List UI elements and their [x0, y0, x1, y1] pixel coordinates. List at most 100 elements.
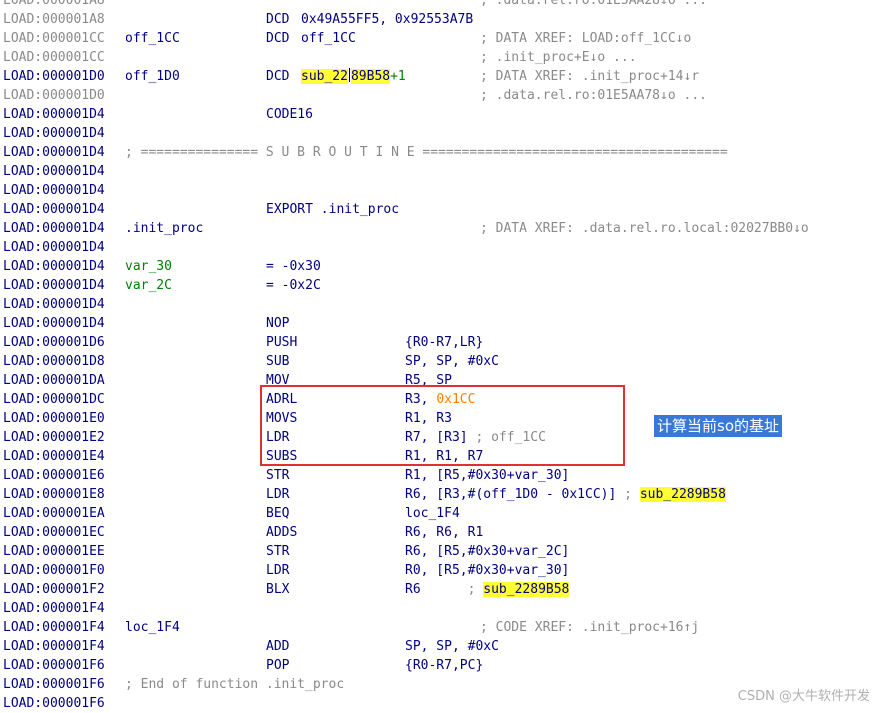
- listing-row[interactable]: LOAD:000001F4 loc_1F4 ; CODE XREF: .init_p…: [0, 618, 876, 637]
- separator-comment: ; =============== S U B R O U T I N E ==…: [125, 145, 728, 160]
- listing-row[interactable]: LOAD:000001D4 var_30 = -0x30: [0, 257, 876, 276]
- listing-row[interactable]: LOAD:000001CC off_1CC DCD off_1CC ; DATA XRE…: [0, 29, 876, 48]
- mnemonic: DCD: [266, 12, 290, 27]
- listing-row[interactable]: LOAD:000001D4: [0, 162, 876, 181]
- mnemonic: BLX: [266, 582, 290, 597]
- xref-comment: ; .init_proc+E↓o ...: [480, 50, 637, 65]
- operand-text: 0x49A55FF5, 0x92553A7B: [301, 12, 474, 27]
- address: LOAD:000001CC: [3, 50, 105, 65]
- listing-row[interactable]: LOAD:000001D4 CODE16: [0, 105, 876, 124]
- mnemonic: = -0x30: [266, 259, 321, 274]
- address: LOAD:000001D0: [3, 88, 105, 103]
- listing-row[interactable]: LOAD:000001D4 EXPORT .init_proc: [0, 200, 876, 219]
- listing-row[interactable]: LOAD:000001D6 PUSH {R0-R7,LR}: [0, 333, 876, 352]
- xref-highlight: sub_2289B58: [483, 582, 570, 597]
- address: LOAD:000001DC: [3, 392, 105, 407]
- operand-text: SP, SP, #0xC: [405, 639, 499, 654]
- address: LOAD:000001D4: [3, 145, 105, 160]
- address: LOAD:000001F0: [3, 563, 105, 578]
- mnemonic: ADD: [266, 639, 290, 654]
- address: LOAD:000001F6: [3, 677, 105, 692]
- operand-text: R6: [405, 582, 421, 597]
- listing-row[interactable]: LOAD:000001D4 NOP: [0, 314, 876, 333]
- mnemonic: PUSH: [266, 335, 298, 350]
- operands: SP, SP, #0xC: [405, 637, 499, 656]
- address: LOAD:000001EE: [3, 544, 105, 559]
- address: LOAD:000001F2: [3, 582, 105, 597]
- listing-row[interactable]: LOAD:000001EA BEQ loc_1F4: [0, 504, 876, 523]
- listing-row[interactable]: LOAD:000001D4 ; =============== S U B R O…: [0, 143, 876, 162]
- label: var_30: [125, 259, 172, 274]
- mnemonic: EXPORT .init_proc: [266, 202, 400, 217]
- address: LOAD:000001F6: [3, 696, 105, 711]
- address: LOAD:000001F4: [3, 639, 105, 654]
- address: LOAD:000001D4: [3, 126, 105, 141]
- address: LOAD:000001E4: [3, 449, 105, 464]
- listing-row[interactable]: LOAD:000001A8 DCD 0x49A55FF5, 0x92553A7B: [0, 10, 876, 29]
- address: LOAD:000001F4: [3, 620, 105, 635]
- operands: R6, R6, R1: [405, 523, 483, 542]
- address: LOAD:000001D4: [3, 316, 105, 331]
- comment-sep: ;: [420, 582, 484, 597]
- label: off_1CC: [125, 31, 180, 46]
- operand-part: +1: [390, 69, 406, 84]
- mnemonic: SUB: [266, 354, 290, 369]
- listing-row[interactable]: LOAD:000001F4: [0, 599, 876, 618]
- listing-row[interactable]: LOAD:000001D4: [0, 181, 876, 200]
- base-address-annotation: 计算当前so的基址: [654, 415, 782, 437]
- address: LOAD:000001D6: [3, 335, 105, 350]
- listing-row[interactable]: LOAD:000001D4: [0, 124, 876, 143]
- label: var_2C: [125, 278, 172, 293]
- operand-text: SP, SP, #0xC: [405, 354, 499, 369]
- operand-text: R6, R6, R1: [405, 525, 484, 540]
- address: LOAD:000001E6: [3, 468, 105, 483]
- listing-row[interactable]: LOAD:000001EC ADDS R6, R6, R1: [0, 523, 876, 542]
- listing-row[interactable]: LOAD:000001F2 BLX R6 ; sub_2289B58: [0, 580, 876, 599]
- listing-row[interactable]: LOAD:000001F0 LDR R0, [R5,#0x30+var_30]: [0, 561, 876, 580]
- operand-text: {R0-R7,PC}: [405, 658, 484, 673]
- address: LOAD:000001D4: [3, 259, 105, 274]
- label: off_1D0: [125, 69, 180, 84]
- operands: R1, [R5,#0x30+var_30]: [405, 466, 569, 485]
- listing-row[interactable]: LOAD:000001D0 off_1D0 DCD sub_22 89B58+1 ; DA…: [0, 67, 876, 86]
- disassembly-listing[interactable]: LOAD:000001A8 ; .data.rel.ro:01E5AA28↓o .…: [0, 0, 876, 713]
- listing-row[interactable]: LOAD:000001D4 .init_proc ; DATA XREF: .dat…: [0, 219, 876, 238]
- address: LOAD:000001D4: [3, 183, 105, 198]
- mnemonic: STR: [266, 468, 290, 483]
- xref-comment: ; DATA XREF: .data.rel.ro.local:02027BB0…: [480, 221, 809, 236]
- listing-row[interactable]: LOAD:000001CC ; .init_proc+E↓o ...: [0, 48, 876, 67]
- address: LOAD:000001DA: [3, 373, 105, 388]
- xref-comment: ; .data.rel.ro:01E5AA78↓o ...: [480, 88, 707, 103]
- operand-part: 89B58: [350, 69, 391, 84]
- listing-row[interactable]: LOAD:000001D4: [0, 238, 876, 257]
- listing-row[interactable]: LOAD:000001F4 ADD SP, SP, #0xC: [0, 637, 876, 656]
- listing-row[interactable]: LOAD:000001D8 SUB SP, SP, #0xC: [0, 352, 876, 371]
- operands: R0, [R5,#0x30+var_30]: [405, 561, 569, 580]
- listing-row[interactable]: LOAD:000001D4 var_2C = -0x2C: [0, 276, 876, 295]
- operand-text: loc_1F4: [405, 506, 460, 521]
- listing-row[interactable]: LOAD:000001D0 ; .data.rel.ro:01E5AA78↓o .…: [0, 86, 876, 105]
- listing-row[interactable]: LOAD:000001E8 LDR R6, [R3,#(off_1D0 - 0x1C…: [0, 485, 876, 504]
- mnemonic: = -0x2C: [266, 278, 321, 293]
- text-cursor: [348, 68, 350, 82]
- comment-sep: ;: [616, 487, 640, 502]
- address: LOAD:000001A8: [3, 0, 105, 8]
- listing-row[interactable]: LOAD:000001E6 STR R1, [R5,#0x30+var_30]: [0, 466, 876, 485]
- address: LOAD:000001EA: [3, 506, 105, 521]
- address: LOAD:000001CC: [3, 31, 105, 46]
- listing-row[interactable]: LOAD:000001A8 ; .data.rel.ro:01E5AA28↓o .…: [0, 0, 876, 10]
- address: LOAD:000001D8: [3, 354, 105, 369]
- listing-row[interactable]: LOAD:000001EE STR R6, [R5,#0x30+var_2C]: [0, 542, 876, 561]
- operands: R6 ; sub_2289B58: [405, 580, 570, 599]
- address: LOAD:000001EC: [3, 525, 105, 540]
- operands: sub_22 89B58+1: [301, 67, 406, 86]
- address: LOAD:000001D4: [3, 202, 105, 217]
- address: LOAD:000001E2: [3, 430, 105, 445]
- listing-row[interactable]: LOAD:000001F6 POP {R0-R7,PC}: [0, 656, 876, 675]
- label: loc_1F4: [125, 620, 180, 635]
- operands: {R0-R7,LR}: [405, 333, 483, 352]
- xref-comment: ; .data.rel.ro:01E5AA28↓o ...: [480, 0, 707, 8]
- operands: loc_1F4: [405, 504, 460, 523]
- mnemonic: CODE16: [266, 107, 313, 122]
- listing-row[interactable]: LOAD:000001D4: [0, 295, 876, 314]
